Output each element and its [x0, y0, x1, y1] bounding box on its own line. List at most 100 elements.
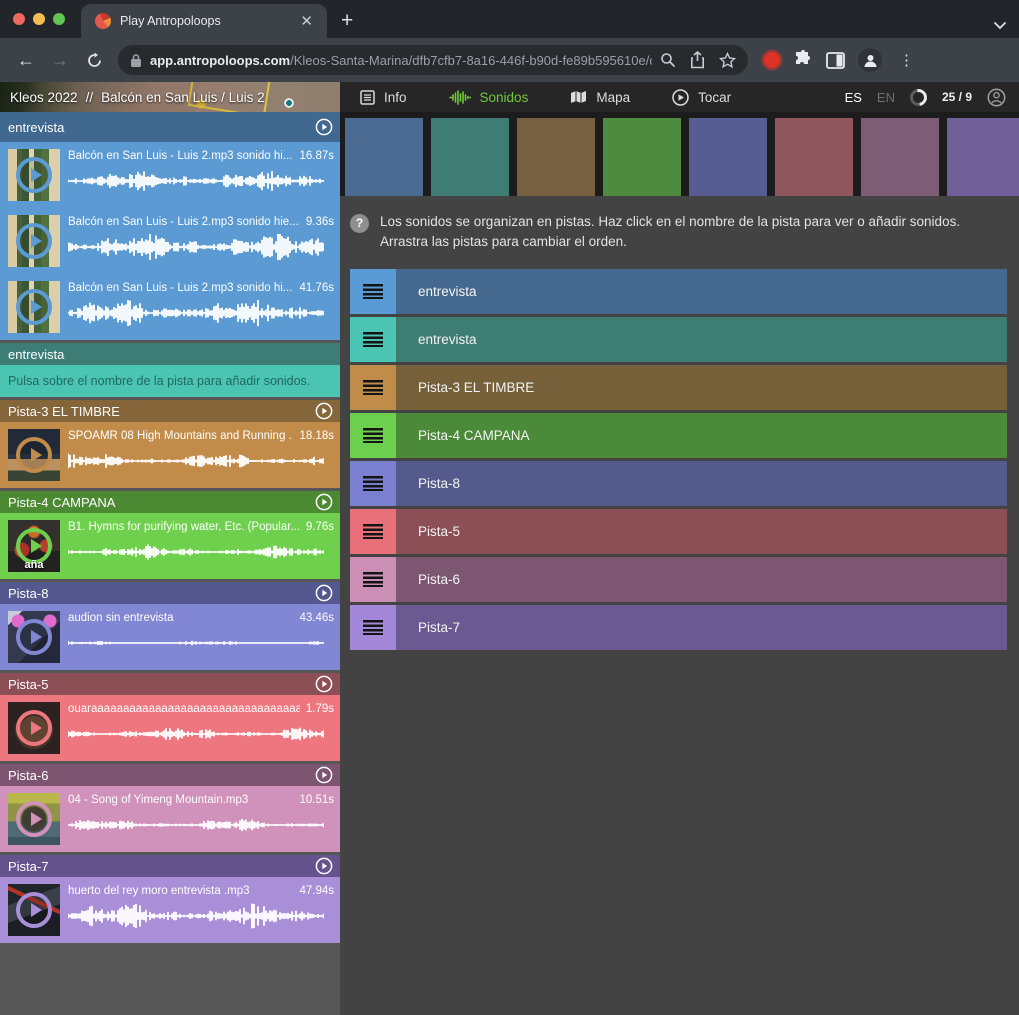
drag-handle[interactable]	[350, 317, 396, 362]
track-header[interactable]: Pista-8	[0, 582, 340, 604]
nav-item-tocar[interactable]: Tocar	[672, 89, 731, 106]
clip-thumbnail[interactable]: aña	[8, 520, 60, 572]
clip-row[interactable]: audion sin entrevista43.46s	[0, 604, 340, 670]
account-icon[interactable]	[987, 88, 1006, 107]
track-row-label[interactable]: entrevista	[418, 332, 477, 347]
track-row-label[interactable]: Pista-7	[418, 620, 460, 635]
drag-handle[interactable]	[350, 413, 396, 458]
url-bar[interactable]: app.antropoloops.com/Kleos-Santa-Marina/…	[118, 45, 748, 75]
track-color-block[interactable]	[689, 118, 767, 196]
side-panel-icon[interactable]	[826, 52, 845, 69]
clip-thumbnail[interactable]	[8, 793, 60, 845]
clip-row[interactable]: Balcón en San Luis - Luis 2.mp3 sonido h…	[0, 208, 340, 274]
drag-handle[interactable]	[350, 605, 396, 650]
track-row-label[interactable]: entrevista	[418, 284, 477, 299]
track-color-block[interactable]	[345, 118, 423, 196]
tab-close-icon[interactable]: ✕	[296, 12, 317, 31]
track-color-block[interactable]	[775, 118, 853, 196]
track-row[interactable]: Pista-6	[350, 557, 1007, 602]
clip-thumbnail[interactable]	[8, 702, 60, 754]
clip-thumbnail[interactable]	[8, 149, 60, 201]
drag-handle[interactable]	[350, 269, 396, 314]
breadcrumb-project[interactable]: Kleos 2022	[10, 90, 78, 105]
track-row[interactable]: Pista-5	[350, 509, 1007, 554]
bookmark-star-icon[interactable]	[719, 52, 736, 69]
track-row-label[interactable]: Pista-8	[418, 476, 460, 491]
track-color-block[interactable]	[947, 118, 1019, 196]
clip-thumbnail[interactable]	[8, 215, 60, 267]
track-row[interactable]: Pista-7	[350, 605, 1007, 650]
close-window-button[interactable]	[13, 13, 25, 25]
clip-row[interactable]: aña B1. Hymns for purifying water, Etc. …	[0, 513, 340, 579]
track-color-block[interactable]	[603, 118, 681, 196]
clip-play-icon[interactable]	[16, 157, 52, 193]
clip-row[interactable]: Balcón en San Luis - Luis 2.mp3 sonido h…	[0, 274, 340, 340]
play-track-icon[interactable]	[315, 766, 333, 784]
clip-thumbnail[interactable]	[8, 429, 60, 481]
clip-play-icon[interactable]	[16, 710, 52, 746]
clip-row[interactable]: Balcón en San Luis - Luis 2.mp3 sonido h…	[0, 142, 340, 208]
track-header[interactable]: Pista-4 CAMPANA	[0, 491, 340, 513]
clip-play-icon[interactable]	[16, 801, 52, 837]
profile-avatar[interactable]	[858, 48, 882, 72]
track-header[interactable]: entrevista	[0, 343, 340, 365]
clip-play-icon[interactable]	[16, 289, 52, 325]
clip-row[interactable]: SPOAMR 08 High Mountains and Running ...…	[0, 422, 340, 488]
play-track-icon[interactable]	[315, 493, 333, 511]
track-header[interactable]: Pista-6	[0, 764, 340, 786]
track-row-label[interactable]: Pista-3 EL TIMBRE	[418, 380, 534, 395]
nav-item-info[interactable]: Info	[360, 90, 407, 105]
track-row[interactable]: entrevista	[350, 317, 1007, 362]
drag-handle[interactable]	[350, 365, 396, 410]
track-color-block[interactable]	[861, 118, 939, 196]
share-icon[interactable]	[690, 51, 705, 69]
nav-item-mapa[interactable]: Mapa	[570, 90, 630, 105]
zoom-window-button[interactable]	[53, 13, 65, 25]
clip-row[interactable]: huerto del rey moro entrevista .mp347.94…	[0, 877, 340, 943]
play-track-icon[interactable]	[315, 584, 333, 602]
drag-handle[interactable]	[350, 509, 396, 554]
record-extension-icon[interactable]	[764, 52, 780, 68]
track-row-label[interactable]: Pista-4 CAMPANA	[418, 428, 530, 443]
nav-item-sonidos[interactable]: Sonidos	[449, 90, 529, 105]
track-header[interactable]: Pista-3 EL TIMBRE	[0, 400, 340, 422]
clip-play-icon[interactable]	[16, 892, 52, 928]
track-row-label[interactable]: Pista-5	[418, 524, 460, 539]
reload-button[interactable]	[78, 45, 110, 75]
minimize-window-button[interactable]	[33, 13, 45, 25]
forward-button[interactable]: →	[44, 45, 76, 75]
tab-overflow-chevron-icon[interactable]	[993, 21, 1007, 30]
browser-tab[interactable]: Play Antropoloops ✕	[81, 4, 327, 38]
play-track-icon[interactable]	[315, 675, 333, 693]
clip-thumbnail[interactable]	[8, 611, 60, 663]
clip-row[interactable]: ouaraaaaaaaaaaaaaaaaaaaaaaaaaaaaaaaaaaaa…	[0, 695, 340, 761]
track-color-block[interactable]	[431, 118, 509, 196]
track-color-block[interactable]	[517, 118, 595, 196]
track-header[interactable]: Pista-7	[0, 855, 340, 877]
play-track-icon[interactable]	[315, 857, 333, 875]
play-track-icon[interactable]	[315, 402, 333, 420]
menu-dots-icon[interactable]: ⋮	[899, 51, 913, 69]
clip-play-icon[interactable]	[16, 223, 52, 259]
track-row-label[interactable]: Pista-6	[418, 572, 460, 587]
lang-en[interactable]: EN	[877, 90, 895, 105]
track-header[interactable]: entrevista	[0, 112, 340, 142]
clip-thumbnail[interactable]	[8, 281, 60, 333]
track-row[interactable]: Pista-8	[350, 461, 1007, 506]
drag-handle[interactable]	[350, 557, 396, 602]
track-row[interactable]: entrevista	[350, 269, 1007, 314]
lang-es[interactable]: ES	[845, 90, 862, 105]
clip-play-icon[interactable]	[16, 619, 52, 655]
clip-thumbnail[interactable]	[8, 884, 60, 936]
drag-handle[interactable]	[350, 461, 396, 506]
track-row[interactable]: Pista-4 CAMPANA	[350, 413, 1007, 458]
extensions-puzzle-icon[interactable]	[793, 50, 813, 70]
zoom-icon[interactable]	[660, 52, 676, 68]
track-row[interactable]: Pista-3 EL TIMBRE	[350, 365, 1007, 410]
clip-row[interactable]: 04 - Song of Yimeng Mountain.mp310.51s	[0, 786, 340, 852]
play-track-icon[interactable]	[315, 118, 333, 136]
track-header[interactable]: Pista-5	[0, 673, 340, 695]
back-button[interactable]: ←	[10, 45, 42, 75]
clip-play-icon[interactable]	[16, 437, 52, 473]
new-tab-button[interactable]: +	[341, 9, 353, 33]
